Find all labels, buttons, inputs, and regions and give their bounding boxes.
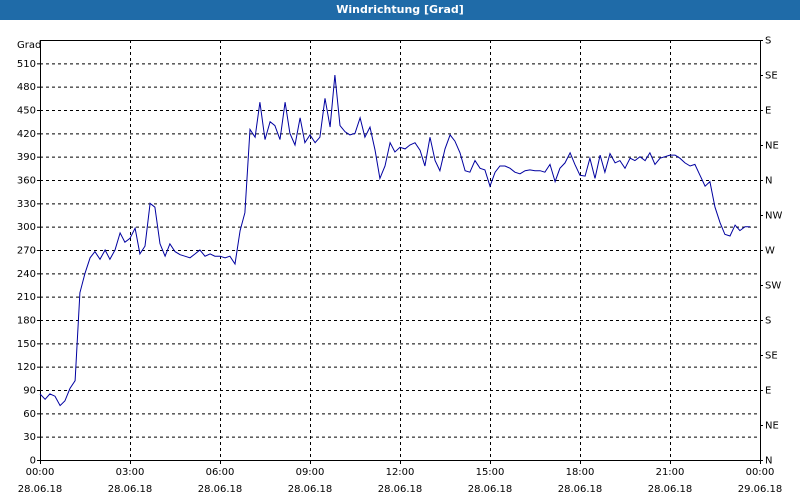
y2-tick-label: NW [765, 211, 782, 222]
chart-area: 0 30 60 90 120 150 180 210 240 270 300 330 360 390 420… [17, 36, 783, 496]
x-tick-time: 03:00 [116, 467, 145, 478]
y2-tick-label: SW [765, 281, 781, 292]
y-tick-label: 480 [17, 82, 36, 93]
series-line [39, 74, 751, 407]
y2-tick-label: NE [765, 421, 779, 432]
y-axis-label: Grad [17, 40, 41, 51]
x-tick-time: 12:00 [386, 467, 415, 478]
x-tick-date: 28.06.18 [18, 484, 63, 495]
y2-tick-label: SE [765, 71, 778, 82]
y2-tick-label: E [765, 106, 771, 117]
y-tick-label: 30 [23, 432, 36, 443]
x-tick-time: 09:00 [296, 467, 325, 478]
y2-tick-label: W [765, 246, 775, 257]
y-tick-label: 180 [17, 316, 36, 327]
y2-tick-label: N [765, 176, 772, 187]
x-tick-time: 00:00 [746, 467, 775, 478]
y-tick-label: 390 [17, 152, 36, 163]
y-tick-label: 150 [17, 339, 36, 350]
x-tick-date: 28.06.18 [198, 484, 243, 495]
x-tick-date: 28.06.18 [378, 484, 423, 495]
y2-tick-label: S [765, 316, 771, 327]
grid [40, 40, 760, 460]
y2-tick-label: SE [765, 351, 778, 362]
x-tick-time: 15:00 [476, 467, 505, 478]
x-tick-date: 28.06.18 [468, 484, 513, 495]
y2-tick-label: N [765, 456, 772, 467]
y-tick-label: 330 [17, 199, 36, 210]
y-tick-label: 450 [17, 106, 36, 117]
y-tick-label: 510 [17, 59, 36, 70]
y-tick-label: 420 [17, 129, 36, 140]
tick-labels: 0 30 60 90 120 150 180 210 240 270 300 330 360 390 420… [17, 36, 783, 496]
x-tick-date: 28.06.18 [648, 484, 693, 495]
y-tick-label: 0 [30, 456, 36, 467]
x-tick-time: 06:00 [206, 467, 235, 478]
y-tick-label: 270 [17, 246, 36, 257]
y-tick-label: 210 [17, 292, 36, 303]
x-tick-date: 28.06.18 [558, 484, 603, 495]
x-tick-time: 21:00 [656, 467, 685, 478]
y2-tick-label: NE [765, 141, 779, 152]
x-tick-time: 00:00 [26, 467, 55, 478]
y-tick-label: 120 [17, 362, 36, 373]
y-tick-label: 300 [17, 222, 36, 233]
y-tick-label: 360 [17, 176, 36, 187]
x-tick-date: 28.06.18 [288, 484, 333, 495]
y-tick-label: 240 [17, 269, 36, 280]
series [39, 74, 751, 407]
y-tick-label: 90 [23, 386, 36, 397]
y2-tick-label: S [765, 36, 771, 47]
x-tick-date: 28.06.18 [108, 484, 153, 495]
y-tick-label: 60 [23, 409, 36, 420]
x-tick-date: 29.06.18 [738, 484, 783, 495]
x-tick-time: 18:00 [566, 467, 595, 478]
y2-tick-label: E [765, 386, 771, 397]
